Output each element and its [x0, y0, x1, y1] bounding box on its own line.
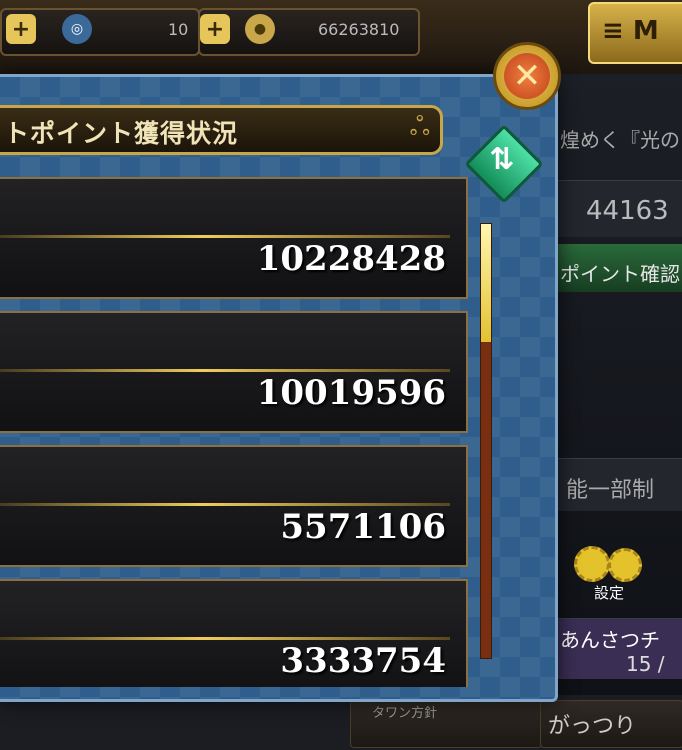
- row-divider: [0, 369, 450, 372]
- row-value: 3333754: [280, 641, 446, 681]
- settings-label: 設定: [594, 584, 625, 602]
- anzatsu-label: あんさつチ: [560, 628, 660, 652]
- list-item: 10019596: [0, 311, 468, 433]
- count-text: 15 /: [626, 652, 665, 676]
- event-text: 煌めく『光の: [560, 128, 680, 152]
- dialog-title-bar: トポイント獲得状況 ஃ: [0, 105, 443, 155]
- resource-1-value: 10: [168, 20, 189, 39]
- top-resource-bar: + ◎ 10 + ● 66263810 ≡ M: [0, 0, 682, 74]
- dialog-title: トポイント獲得状況: [4, 119, 239, 148]
- score-text: 44163: [586, 196, 669, 226]
- menu-label: ≡ M: [602, 16, 659, 46]
- refresh-icon[interactable]: ⇅: [482, 140, 522, 180]
- resource-2-value: 66263810: [318, 20, 400, 39]
- add-icon[interactable]: +: [6, 14, 36, 44]
- row-value: 10019596: [256, 373, 446, 413]
- stamina-icon: ◎: [62, 14, 92, 44]
- row-divider: [0, 637, 450, 640]
- tab-gattsuri-label: がっつり: [548, 714, 637, 739]
- tab-town-label: タワン方針: [372, 706, 438, 721]
- list-item: 3333754: [0, 579, 468, 687]
- row-divider: [0, 235, 450, 238]
- notice-text: 能一部制: [566, 478, 655, 503]
- coin-icon: ●: [245, 14, 275, 44]
- ranking-list[interactable]: 10228428 10019596 5571106 3333754: [0, 177, 470, 687]
- scrollbar[interactable]: [480, 223, 492, 659]
- scrollbar-thumb[interactable]: [481, 224, 491, 342]
- row-value: 10228428: [256, 239, 446, 279]
- close-icon: ✕: [504, 53, 550, 99]
- row-value: 5571106: [280, 507, 446, 547]
- gear-icon[interactable]: [574, 546, 610, 582]
- point-confirm-label: ポイント確認: [560, 262, 680, 286]
- list-item: 10228428: [0, 177, 468, 299]
- close-button[interactable]: ✕: [493, 42, 561, 110]
- add-coin-icon[interactable]: +: [200, 14, 230, 44]
- gear-icon-2: [608, 548, 642, 582]
- menu-button[interactable]: ≡ M: [588, 2, 682, 64]
- ornament-icon: ஃ: [409, 112, 430, 142]
- list-item: 5571106: [0, 445, 468, 567]
- row-divider: [0, 503, 450, 506]
